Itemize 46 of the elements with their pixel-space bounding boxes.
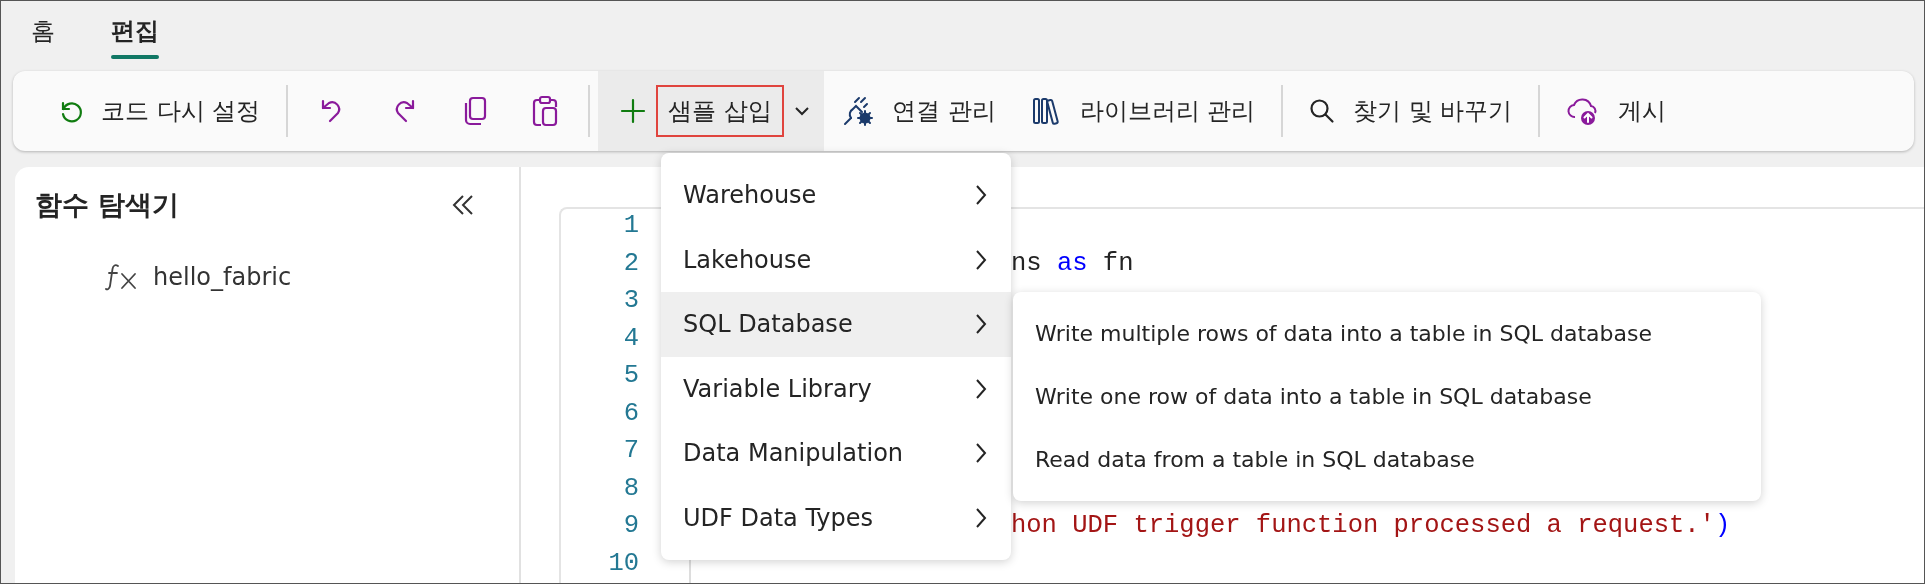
line-number: 3: [623, 286, 639, 315]
plug-gear-icon: [841, 95, 874, 127]
copy-icon[interactable]: [462, 96, 489, 126]
tab[interactable]: 편집: [101, 1, 169, 63]
line-number: 4: [623, 323, 639, 353]
line-number: 5: [623, 361, 639, 390]
paste-icon[interactable]: [532, 95, 559, 127]
submenu-item[interactable]: Write multiple rows of data into a table in SQL database: [1013, 302, 1761, 365]
insert-sample-button[interactable]: 샘플 삽입: [656, 85, 784, 137]
line-number: 1: [623, 211, 639, 240]
chevron-right-icon: [975, 506, 987, 529]
line-number: 7: [623, 436, 639, 465]
toolbar-button[interactable]: 연결 관리: [823, 71, 1014, 151]
panel-title: 함수 탐색기: [35, 188, 180, 222]
plus-icon[interactable]: [620, 98, 647, 124]
submenu-item[interactable]: Write one row of data into a table in SQL database: [1013, 365, 1761, 428]
function-icon: [105, 263, 139, 291]
chevron-right-icon: [975, 248, 987, 271]
function-item[interactable]: hello_fabric: [105, 263, 519, 291]
caret-icon[interactable]: [793, 106, 810, 116]
toolbar-button[interactable]: 찾기 및 바꾸기: [1291, 71, 1531, 151]
code-line: ns as fn: [1011, 248, 1134, 278]
toolbar-button[interactable]: 라이브러리 관리: [1013, 71, 1274, 151]
line-number: 8: [623, 473, 639, 503]
toolbar-button[interactable]: 게시: [1548, 71, 1685, 151]
toolbar-button[interactable]: 코드 다시 설정: [39, 71, 279, 151]
chevron-right-icon: [975, 313, 987, 336]
line-number: 10: [608, 548, 639, 578]
chevron-right-icon: [975, 377, 987, 400]
line-number: 6: [623, 398, 639, 428]
menu-item[interactable]: Data Manipulation: [661, 421, 1011, 486]
menu-item[interactable]: Lakehouse: [661, 227, 1011, 292]
tab[interactable]: 홈: [21, 1, 65, 63]
search-icon: [1309, 98, 1336, 124]
menu-item[interactable]: SQL Database: [661, 292, 1011, 357]
collapse-icon[interactable]: [451, 194, 475, 216]
menu-item[interactable]: Warehouse: [661, 163, 1011, 228]
line-number: 9: [623, 511, 639, 540]
books-icon: [1031, 96, 1062, 126]
menu-item[interactable]: UDF Data Types: [661, 485, 1011, 550]
chevron-right-icon: [975, 184, 987, 207]
submenu-item[interactable]: Read data from a table in SQL database: [1013, 428, 1761, 491]
code-line: hon UDF trigger function processed a request.'): [1011, 511, 1731, 540]
chevron-right-icon: [975, 442, 987, 465]
line-number: 2: [623, 248, 639, 278]
menu-item[interactable]: Variable Library: [661, 356, 1011, 421]
